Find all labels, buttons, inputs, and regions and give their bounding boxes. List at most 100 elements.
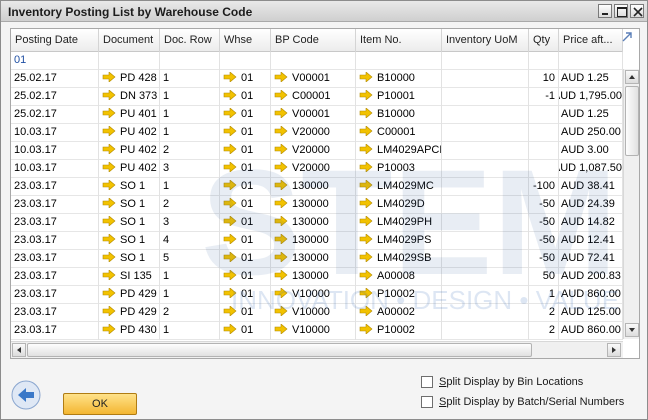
- column-header-inventory-uom[interactable]: Inventory UoM: [442, 29, 529, 52]
- link-arrow-icon[interactable]: [223, 306, 237, 316]
- link-arrow-icon[interactable]: [102, 90, 116, 100]
- column-header-warehouse[interactable]: Whse: [220, 29, 271, 52]
- link-arrow-icon[interactable]: [102, 324, 116, 334]
- scroll-down-button[interactable]: [625, 323, 639, 337]
- cell-item-no[interactable]: P10001: [356, 88, 442, 106]
- cell-item-no[interactable]: A00002: [356, 304, 442, 322]
- cell-bp-code[interactable]: V00001: [271, 70, 356, 88]
- link-arrow-icon[interactable]: [359, 144, 373, 154]
- cell-item-no[interactable]: LM4029PS: [356, 232, 442, 250]
- cell-bp-code[interactable]: 130000: [271, 232, 356, 250]
- table-row[interactable]: 10.03.17 PU 402 2 01 V20000 LM4029APCD AUD 3.0…: [11, 142, 623, 160]
- cell-warehouse[interactable]: 01: [220, 322, 271, 340]
- expand-grid-icon[interactable]: [621, 31, 633, 43]
- table-row[interactable]: 10.03.17 PU 402 1 01 V20000 C00001 AUD 250.00: [11, 124, 623, 142]
- cell-warehouse[interactable]: 01: [220, 214, 271, 232]
- link-arrow-icon[interactable]: [274, 144, 288, 154]
- cell-document[interactable]: SO 1: [99, 250, 160, 268]
- split-batch-option[interactable]: Split Display by Batch/Serial Numbers: [421, 394, 624, 410]
- link-arrow-icon[interactable]: [359, 72, 373, 82]
- cell-document[interactable]: SO 1: [99, 214, 160, 232]
- link-arrow-icon[interactable]: [274, 126, 288, 136]
- link-arrow-icon[interactable]: [102, 270, 116, 280]
- cell-item-no[interactable]: C00001: [356, 124, 442, 142]
- link-arrow-icon[interactable]: [223, 270, 237, 280]
- table-row[interactable]: 25.02.17 PD 428 1 01 V00001 B10000 10 AUD 1.25: [11, 70, 623, 88]
- cell-document[interactable]: PU 401: [99, 106, 160, 124]
- table-row[interactable]: 23.03.17 SI 135 1 01 130000 A00008 50 AUD 200.8…: [11, 268, 623, 286]
- scroll-left-button[interactable]: [12, 343, 26, 357]
- cell-bp-code[interactable]: 130000: [271, 268, 356, 286]
- cell-warehouse[interactable]: 01: [220, 196, 271, 214]
- link-arrow-icon[interactable]: [359, 252, 373, 262]
- cell-warehouse[interactable]: 01: [220, 268, 271, 286]
- cell-bp-code[interactable]: 130000: [271, 178, 356, 196]
- cell-document[interactable]: PU 402: [99, 142, 160, 160]
- link-arrow-icon[interactable]: [102, 216, 116, 226]
- cell-document[interactable]: PD 430: [99, 322, 160, 340]
- cell-warehouse[interactable]: 01: [220, 232, 271, 250]
- link-arrow-icon[interactable]: [359, 126, 373, 136]
- link-arrow-icon[interactable]: [223, 180, 237, 190]
- cell-warehouse[interactable]: 01: [220, 124, 271, 142]
- cell-bp-code[interactable]: V10000: [271, 322, 356, 340]
- link-arrow-icon[interactable]: [102, 180, 116, 190]
- cell-bp-code[interactable]: C00001: [271, 88, 356, 106]
- link-arrow-icon[interactable]: [102, 126, 116, 136]
- column-header-doc-row[interactable]: Doc. Row: [160, 29, 220, 52]
- link-arrow-icon[interactable]: [359, 90, 373, 100]
- horizontal-scroll-thumb[interactable]: [27, 343, 532, 357]
- cell-warehouse[interactable]: 01: [220, 70, 271, 88]
- split-batch-checkbox[interactable]: [421, 396, 433, 408]
- cell-document[interactable]: PD 429: [99, 286, 160, 304]
- link-arrow-icon[interactable]: [359, 108, 373, 118]
- link-arrow-icon[interactable]: [274, 252, 288, 262]
- cell-bp-code[interactable]: V10000: [271, 286, 356, 304]
- link-arrow-icon[interactable]: [274, 162, 288, 172]
- cell-item-no[interactable]: B10000: [356, 70, 442, 88]
- cell-document[interactable]: PU 402: [99, 124, 160, 142]
- link-arrow-icon[interactable]: [223, 90, 237, 100]
- cell-document[interactable]: DN 373: [99, 88, 160, 106]
- cell-warehouse[interactable]: 01: [220, 250, 271, 268]
- cell-item-no[interactable]: LM4029D: [356, 196, 442, 214]
- table-row[interactable]: 23.03.17 PD 430 1 01 V10000 P10002 2 AUD 860.00: [11, 322, 623, 340]
- column-header-posting-date[interactable]: Posting Date: [11, 29, 99, 52]
- link-arrow-icon[interactable]: [102, 288, 116, 298]
- cell-document[interactable]: SO 1: [99, 196, 160, 214]
- link-arrow-icon[interactable]: [102, 144, 116, 154]
- cell-warehouse[interactable]: 01: [220, 142, 271, 160]
- column-header-qty[interactable]: Qty: [529, 29, 559, 52]
- link-arrow-icon[interactable]: [274, 90, 288, 100]
- table-row[interactable]: 25.02.17 DN 373 1 01 C00001 P10001 -1 AUD 1,795…: [11, 88, 623, 106]
- link-arrow-icon[interactable]: [223, 288, 237, 298]
- link-arrow-icon[interactable]: [102, 72, 116, 82]
- link-arrow-icon[interactable]: [274, 216, 288, 226]
- link-arrow-icon[interactable]: [223, 198, 237, 208]
- horizontal-scrollbar[interactable]: [11, 341, 623, 358]
- table-row[interactable]: 10.03.17 PU 402 3 01 V20000 P10003 AUD 1,087.5…: [11, 160, 623, 178]
- link-arrow-icon[interactable]: [274, 108, 288, 118]
- link-arrow-icon[interactable]: [359, 270, 373, 280]
- link-arrow-icon[interactable]: [274, 198, 288, 208]
- cell-bp-code[interactable]: V20000: [271, 142, 356, 160]
- column-header-bp-code[interactable]: BP Code: [271, 29, 356, 52]
- cell-item-no[interactable]: LM4029PH: [356, 214, 442, 232]
- link-arrow-icon[interactable]: [102, 234, 116, 244]
- link-arrow-icon[interactable]: [274, 234, 288, 244]
- column-header-document[interactable]: Document: [99, 29, 160, 52]
- link-arrow-icon[interactable]: [359, 324, 373, 334]
- cell-bp-code[interactable]: V20000: [271, 160, 356, 178]
- link-arrow-icon[interactable]: [359, 198, 373, 208]
- table-row[interactable]: 23.03.17 SO 1 3 01 130000 LM4029PH -50 AUD 14.8…: [11, 214, 623, 232]
- cell-warehouse[interactable]: 01: [220, 178, 271, 196]
- column-header-item-no[interactable]: Item No.: [356, 29, 442, 52]
- ok-button[interactable]: OK: [63, 393, 137, 415]
- link-arrow-icon[interactable]: [359, 180, 373, 190]
- link-arrow-icon[interactable]: [274, 324, 288, 334]
- cell-warehouse[interactable]: 01: [220, 88, 271, 106]
- cell-document[interactable]: SI 135: [99, 268, 160, 286]
- link-arrow-icon[interactable]: [274, 306, 288, 316]
- cell-item-no[interactable]: A00008: [356, 268, 442, 286]
- minimize-button[interactable]: [598, 4, 612, 18]
